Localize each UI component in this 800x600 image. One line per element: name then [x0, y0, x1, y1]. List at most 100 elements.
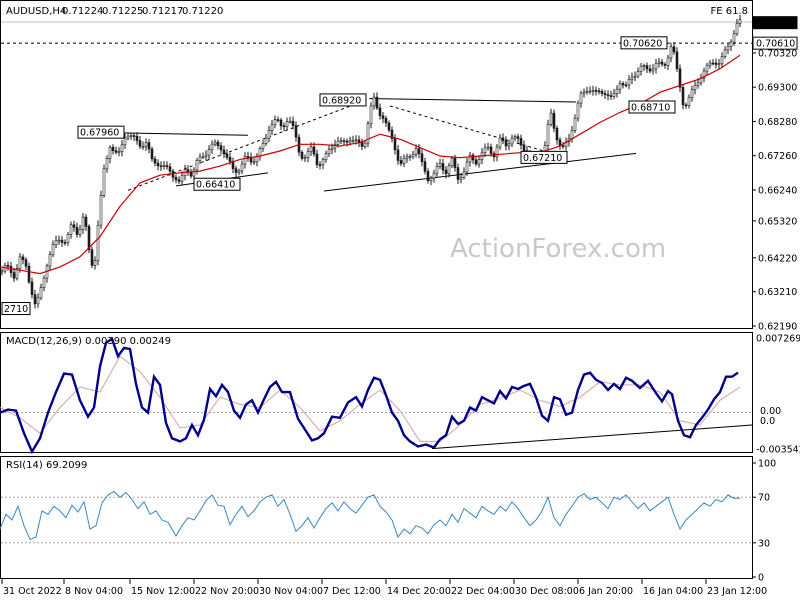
time-axis-label: 23 Jan 12:00	[707, 586, 767, 597]
candle-body	[285, 121, 289, 127]
candle-body	[165, 165, 169, 167]
candle-body	[675, 51, 679, 70]
candle-body	[147, 142, 151, 150]
candle-body	[576, 102, 580, 119]
candle-body	[471, 154, 475, 161]
candle-body	[225, 153, 229, 158]
candle-body	[192, 169, 196, 177]
candle-body	[24, 259, 28, 267]
candle-body	[561, 145, 565, 147]
candle-body	[555, 127, 559, 141]
candle-body	[558, 139, 562, 146]
candle-body	[603, 93, 607, 95]
candle-body	[636, 71, 640, 77]
candle-body	[597, 90, 601, 93]
candle-body	[600, 91, 604, 94]
candle-body	[105, 158, 109, 170]
candle-body	[78, 229, 82, 235]
annotation-text: 0.67210	[523, 153, 562, 164]
candle-body	[618, 83, 622, 90]
time-axis-label: 22 Nov 20:00	[195, 586, 259, 597]
candle-body	[360, 142, 364, 147]
candle-body	[243, 156, 247, 165]
fe-indicator-label: FE 61.8	[710, 6, 748, 17]
candle-body	[213, 141, 217, 145]
candle-body	[663, 63, 667, 66]
candle-body	[153, 158, 157, 164]
candle-body	[21, 256, 25, 261]
time-axis-label: 7 Dec 12:00	[323, 586, 381, 597]
candle-body	[651, 68, 655, 72]
candle-body	[522, 144, 526, 151]
candle-body	[429, 177, 433, 182]
ohlc-close: 0.71220	[182, 6, 223, 17]
candle-body	[357, 139, 361, 143]
symbol-label: AUDUSD,H4	[6, 6, 66, 17]
candle-body	[201, 156, 205, 159]
candle-body	[342, 140, 346, 142]
candle-body	[315, 153, 319, 165]
candle-body	[312, 146, 316, 155]
candle-body	[738, 19, 742, 24]
candle-body	[369, 105, 373, 124]
price-axis-label: 0.65320	[758, 216, 797, 227]
candle-body	[519, 138, 523, 146]
axis-price-flag-text: 0.70610	[756, 39, 795, 50]
candle-body	[237, 170, 241, 173]
candle-body	[354, 139, 358, 142]
candle-body	[660, 61, 664, 65]
rsi-axis-label: 70	[758, 493, 770, 504]
price-panel	[0, 0, 753, 329]
candle-body	[552, 112, 556, 129]
candle-body	[72, 224, 76, 228]
candle-body	[162, 165, 166, 167]
candle-body	[6, 265, 10, 267]
candle-body	[132, 135, 136, 137]
candle-body	[585, 90, 589, 93]
candle-body	[657, 61, 661, 64]
candle-body	[351, 139, 355, 142]
candle-body	[444, 169, 448, 175]
candle-body	[711, 62, 715, 65]
candle-body	[384, 118, 388, 124]
candle-body	[339, 140, 343, 142]
candle-body	[102, 168, 106, 196]
time-axis-label: 15 Nov 12:00	[131, 586, 195, 597]
candle-body	[258, 148, 262, 157]
candle-body	[39, 287, 43, 299]
candle-body	[27, 265, 31, 283]
candle-body	[180, 175, 184, 182]
candle-body	[411, 154, 415, 157]
time-axis-label: 16 Jan 04:00	[643, 586, 703, 597]
candle-body	[723, 49, 727, 57]
candle-body	[0, 270, 4, 273]
candle-body	[690, 89, 694, 98]
candle-body	[459, 177, 463, 180]
candle-body	[615, 88, 619, 94]
candle-body	[453, 157, 457, 168]
candle-body	[405, 156, 409, 159]
candle-body	[33, 294, 37, 305]
candle-body	[348, 140, 352, 143]
candle-body	[621, 83, 625, 86]
candle-body	[645, 65, 649, 70]
candle-body	[693, 84, 697, 91]
candle-body	[117, 151, 121, 153]
time-axis-label: 14 Dec 20:00	[387, 586, 451, 597]
candle-body	[714, 62, 718, 65]
time-axis-label: 22 Dec 04:00	[451, 586, 515, 597]
candle-body	[273, 119, 277, 125]
candle-body	[288, 120, 292, 123]
candle-body	[93, 260, 97, 266]
candle-body	[189, 171, 193, 177]
price-axis-label: 0.63210	[758, 287, 797, 298]
candle-body	[18, 256, 22, 269]
candle-body	[318, 164, 322, 166]
chart-canvas: ActionForex.com 2710 0.67960 0.66410 0.6892…	[0, 0, 800, 597]
macd-title: MACD(12,26,9) 0.00390 0.00249	[6, 336, 171, 347]
candle-body	[648, 68, 652, 72]
candle-body	[375, 96, 379, 109]
candle-body	[717, 63, 721, 66]
candle-body	[234, 168, 238, 173]
candle-body	[735, 23, 739, 35]
